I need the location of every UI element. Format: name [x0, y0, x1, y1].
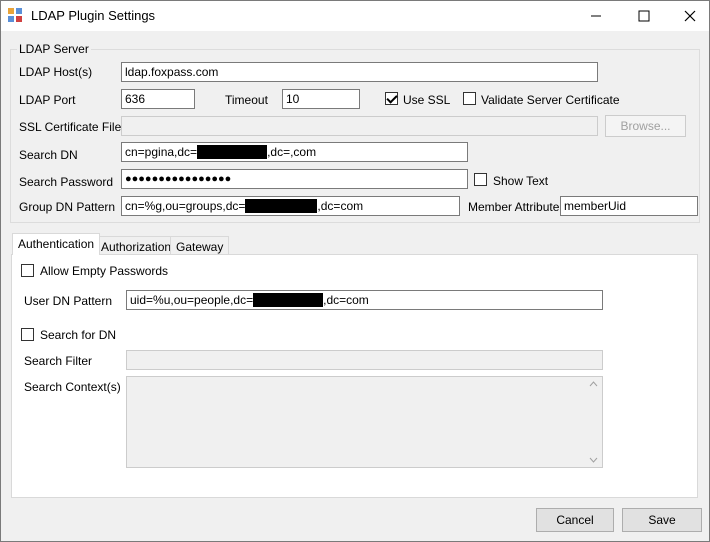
allow-empty-checkbox[interactable] — [21, 264, 34, 277]
close-icon — [684, 10, 696, 22]
app-icon — [8, 8, 22, 22]
group-dn-input[interactable]: cn=%g,ou=groups,dc= ,dc=com — [121, 196, 460, 216]
tab-authentication[interactable]: Authentication — [12, 233, 101, 255]
ldap-settings-window: LDAP Plugin Settings LDAP Server LDAP Ho… — [0, 0, 710, 542]
ldap-port-label: LDAP Port — [19, 93, 76, 107]
search-dn-input[interactable]: cn=pgina,dc= ,dc=,com — [121, 142, 468, 162]
group-dn-suffix: ,dc=com — [317, 199, 364, 213]
timeout-input[interactable]: 10 — [282, 89, 360, 109]
search-for-dn-checkbox[interactable] — [21, 328, 34, 341]
close-button[interactable] — [667, 1, 710, 31]
search-password-label: Search Password — [19, 175, 114, 189]
search-context-textarea[interactable] — [126, 376, 603, 468]
save-button[interactable]: Save — [622, 508, 702, 532]
allow-empty-label: Allow Empty Passwords — [40, 264, 169, 278]
member-attr-input[interactable]: memberUid — [560, 196, 698, 216]
ldap-server-legend: LDAP Server — [17, 42, 91, 56]
maximize-icon — [638, 10, 650, 22]
tab-gateway[interactable]: Gateway — [170, 236, 230, 256]
search-dn-prefix: cn=pgina,dc= — [125, 145, 198, 159]
ldap-port-input[interactable]: 636 — [121, 89, 195, 109]
timeout-label: Timeout — [225, 93, 268, 107]
user-dn-input[interactable]: uid=%u,ou=people,dc= ,dc=com — [126, 290, 603, 310]
validate-cert-checkbox[interactable] — [463, 92, 476, 105]
search-filter-label: Search Filter — [24, 354, 93, 368]
search-dn-suffix: ,dc=,com — [267, 145, 317, 159]
user-dn-suffix: ,dc=com — [323, 293, 369, 307]
user-dn-prefix: uid=%u,ou=people,dc= — [130, 293, 254, 307]
tab-authorization[interactable]: Authorization — [95, 236, 178, 256]
ssl-cert-label: SSL Certificate File — [19, 120, 122, 134]
search-for-dn-label: Search for DN — [40, 328, 117, 342]
member-attr-label: Member Attribute — [468, 200, 560, 214]
ldap-host-input[interactable]: ldap.foxpass.com — [121, 62, 598, 82]
user-dn-redaction — [253, 293, 324, 307]
group-dn-prefix: cn=%g,ou=groups,dc= — [125, 199, 246, 213]
validate-cert-label: Validate Server Certificate — [481, 93, 620, 107]
scroll-up-icon[interactable] — [589, 381, 598, 387]
cancel-button[interactable]: Cancel — [536, 508, 614, 532]
search-context-scrollbar[interactable] — [585, 377, 602, 467]
ssl-cert-input[interactable] — [121, 116, 598, 136]
search-password-input[interactable]: ●●●●●●●●●●●●●●●● — [121, 169, 468, 189]
search-dn-redaction — [197, 145, 268, 159]
ldap-host-label: LDAP Host(s) — [19, 65, 93, 79]
group-dn-label: Group DN Pattern — [19, 200, 116, 214]
window-title: LDAP Plugin Settings — [31, 8, 156, 23]
use-ssl-label: Use SSL — [403, 93, 451, 107]
maximize-button[interactable] — [621, 1, 667, 31]
search-dn-label: Search DN — [19, 148, 78, 162]
browse-button[interactable]: Browse... — [605, 115, 686, 137]
minimize-button[interactable] — [573, 1, 619, 31]
search-filter-input[interactable] — [126, 350, 603, 370]
title-bar: LDAP Plugin Settings — [1, 1, 709, 31]
search-context-label: Search Context(s) — [24, 380, 121, 394]
authentication-tab-page: Allow Empty Passwords User DN Pattern ui… — [11, 254, 698, 498]
use-ssl-checkbox[interactable] — [385, 92, 398, 105]
show-text-label: Show Text — [493, 174, 549, 188]
group-dn-redaction — [245, 199, 318, 213]
show-text-checkbox[interactable] — [474, 173, 487, 186]
scroll-down-icon[interactable] — [589, 457, 598, 463]
user-dn-label: User DN Pattern — [24, 294, 113, 308]
minimize-icon — [591, 15, 601, 17]
